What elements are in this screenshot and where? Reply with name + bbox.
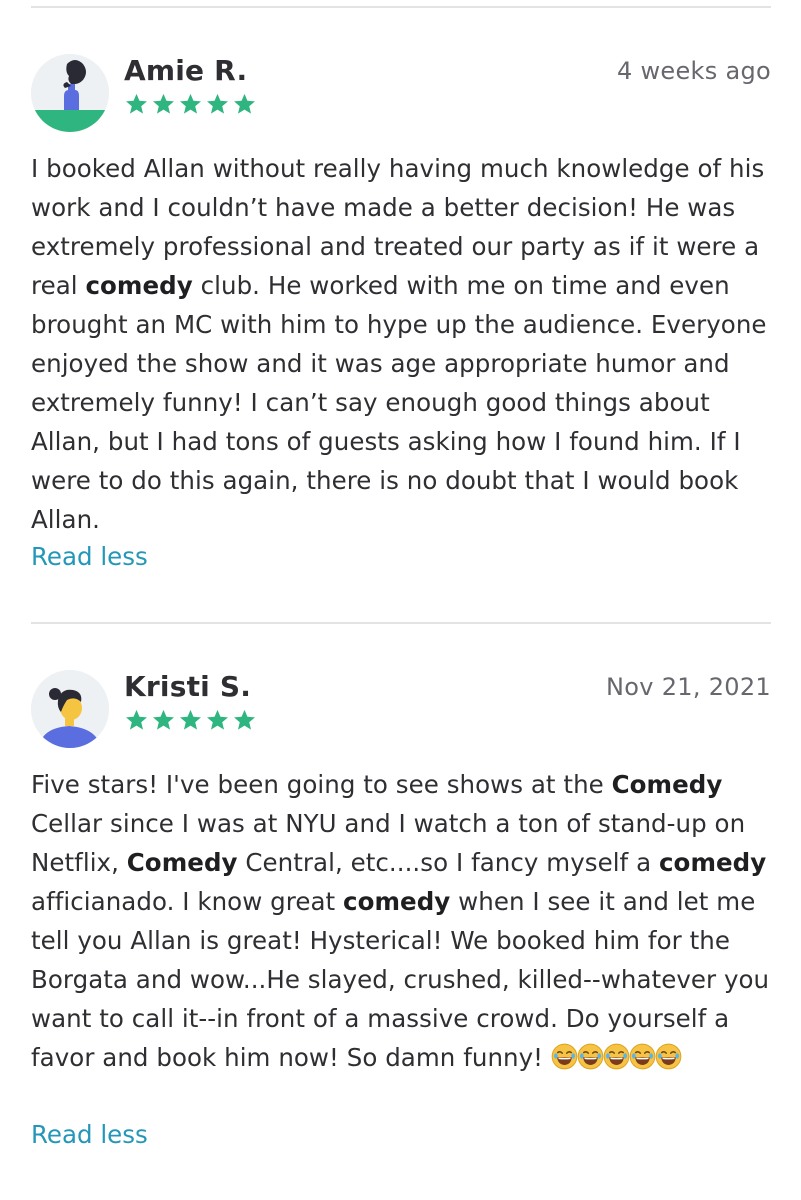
star-rating xyxy=(123,707,258,735)
star-icon xyxy=(153,709,174,730)
reviewer-name: Kristi S. xyxy=(124,670,252,703)
review-text-segment: Central, etc....so I fancy myself a xyxy=(237,848,659,877)
highlighted-keyword: comedy xyxy=(658,848,767,877)
review-date: Nov 21, 2021 xyxy=(606,673,771,701)
review-text: I booked Allan without really having muc… xyxy=(31,149,773,539)
review-text-segment: club. He worked with me on time and even… xyxy=(31,271,767,534)
star-icon xyxy=(126,93,147,114)
review-text-segment: Five stars! I've been going to see shows… xyxy=(31,770,612,799)
review-date: 4 weeks ago xyxy=(616,57,771,85)
laughing-tears-emoji-icon xyxy=(629,1042,656,1070)
review-text: Five stars! I've been going to see shows… xyxy=(31,765,773,1077)
star-icon xyxy=(234,93,255,114)
highlighted-keyword: Comedy xyxy=(611,770,723,799)
avatar xyxy=(31,670,109,748)
reviewer-name: Amie R. xyxy=(124,54,248,87)
top-divider xyxy=(31,6,771,8)
star-icon xyxy=(180,709,201,730)
review-card-amie: Amie R. 4 weeks ago I booked Allan witho… xyxy=(31,54,773,574)
star-icon xyxy=(207,93,228,114)
emoji-row xyxy=(551,1042,682,1072)
star-icon xyxy=(153,93,174,114)
laughing-tears-emoji-icon xyxy=(551,1042,578,1070)
highlighted-keyword: comedy xyxy=(85,271,193,300)
review-divider xyxy=(31,622,771,624)
review-text-segment: afficianado. I know great xyxy=(31,887,343,916)
laughing-tears-emoji-icon xyxy=(577,1042,604,1070)
avatar xyxy=(31,54,109,132)
star-icon xyxy=(126,709,147,730)
laughing-tears-emoji-icon xyxy=(603,1042,630,1070)
highlighted-keyword: Comedy xyxy=(126,848,238,877)
star-icon xyxy=(234,709,255,730)
read-less-link[interactable]: Read less xyxy=(31,540,148,574)
highlighted-keyword: comedy xyxy=(343,887,451,916)
star-icon xyxy=(207,709,228,730)
laughing-tears-emoji-icon xyxy=(655,1042,682,1070)
review-card-kristi: Kristi S. Nov 21, 2021 Five stars! I've … xyxy=(31,670,773,1190)
star-icon xyxy=(180,93,201,114)
star-rating xyxy=(123,91,258,119)
read-less-link[interactable]: Read less xyxy=(31,1118,148,1152)
